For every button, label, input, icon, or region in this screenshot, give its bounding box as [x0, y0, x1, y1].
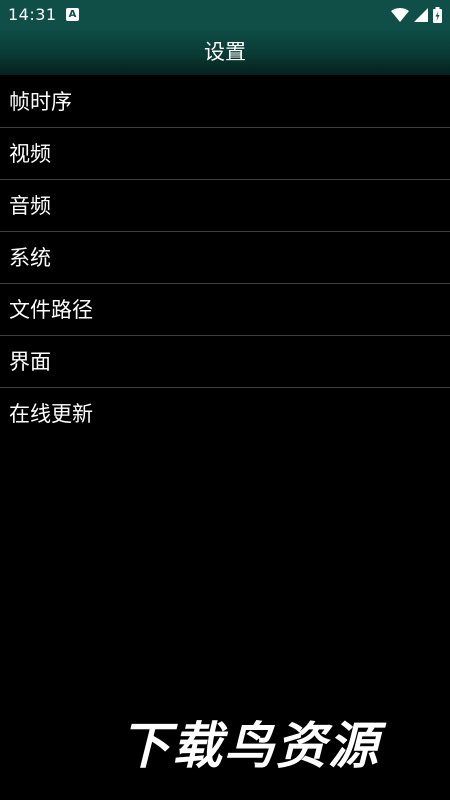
status-time: 14:31: [8, 5, 57, 24]
notification-icon: A: [66, 8, 79, 21]
settings-menu: 帧时序 视频 音频 系统 文件路径 界面 在线更新: [0, 76, 450, 440]
menu-item-label: 视频: [9, 142, 51, 166]
menu-item-label: 系统: [9, 246, 51, 270]
menu-item-interface[interactable]: 界面: [0, 336, 450, 388]
menu-item-label: 文件路径: [9, 298, 93, 322]
menu-item-audio[interactable]: 音频: [0, 180, 450, 232]
screen: 14:31 A 设置 帧时序 视频 音频 系统 文件路径 界面 在线更新 下载鸟…: [0, 0, 450, 800]
menu-item-system[interactable]: 系统: [0, 232, 450, 284]
page-title: 设置: [204, 40, 246, 64]
menu-item-online-update[interactable]: 在线更新: [0, 388, 450, 440]
menu-item-frame-timing[interactable]: 帧时序: [0, 76, 450, 128]
menu-item-label: 音频: [9, 194, 51, 218]
menu-item-label: 帧时序: [9, 90, 72, 114]
battery-charging-icon: [433, 7, 442, 23]
app-bar: 设置: [0, 30, 450, 75]
wifi-icon: [391, 8, 409, 22]
menu-item-label: 在线更新: [9, 402, 93, 426]
status-icons: [391, 7, 442, 23]
watermark-logo: 下载鸟资源: [120, 717, 380, 775]
cell-signal-icon: [414, 8, 428, 22]
menu-item-label: 界面: [9, 350, 51, 374]
menu-item-file-paths[interactable]: 文件路径: [0, 284, 450, 336]
menu-item-video[interactable]: 视频: [0, 128, 450, 180]
status-bar: 14:31 A: [0, 0, 450, 30]
